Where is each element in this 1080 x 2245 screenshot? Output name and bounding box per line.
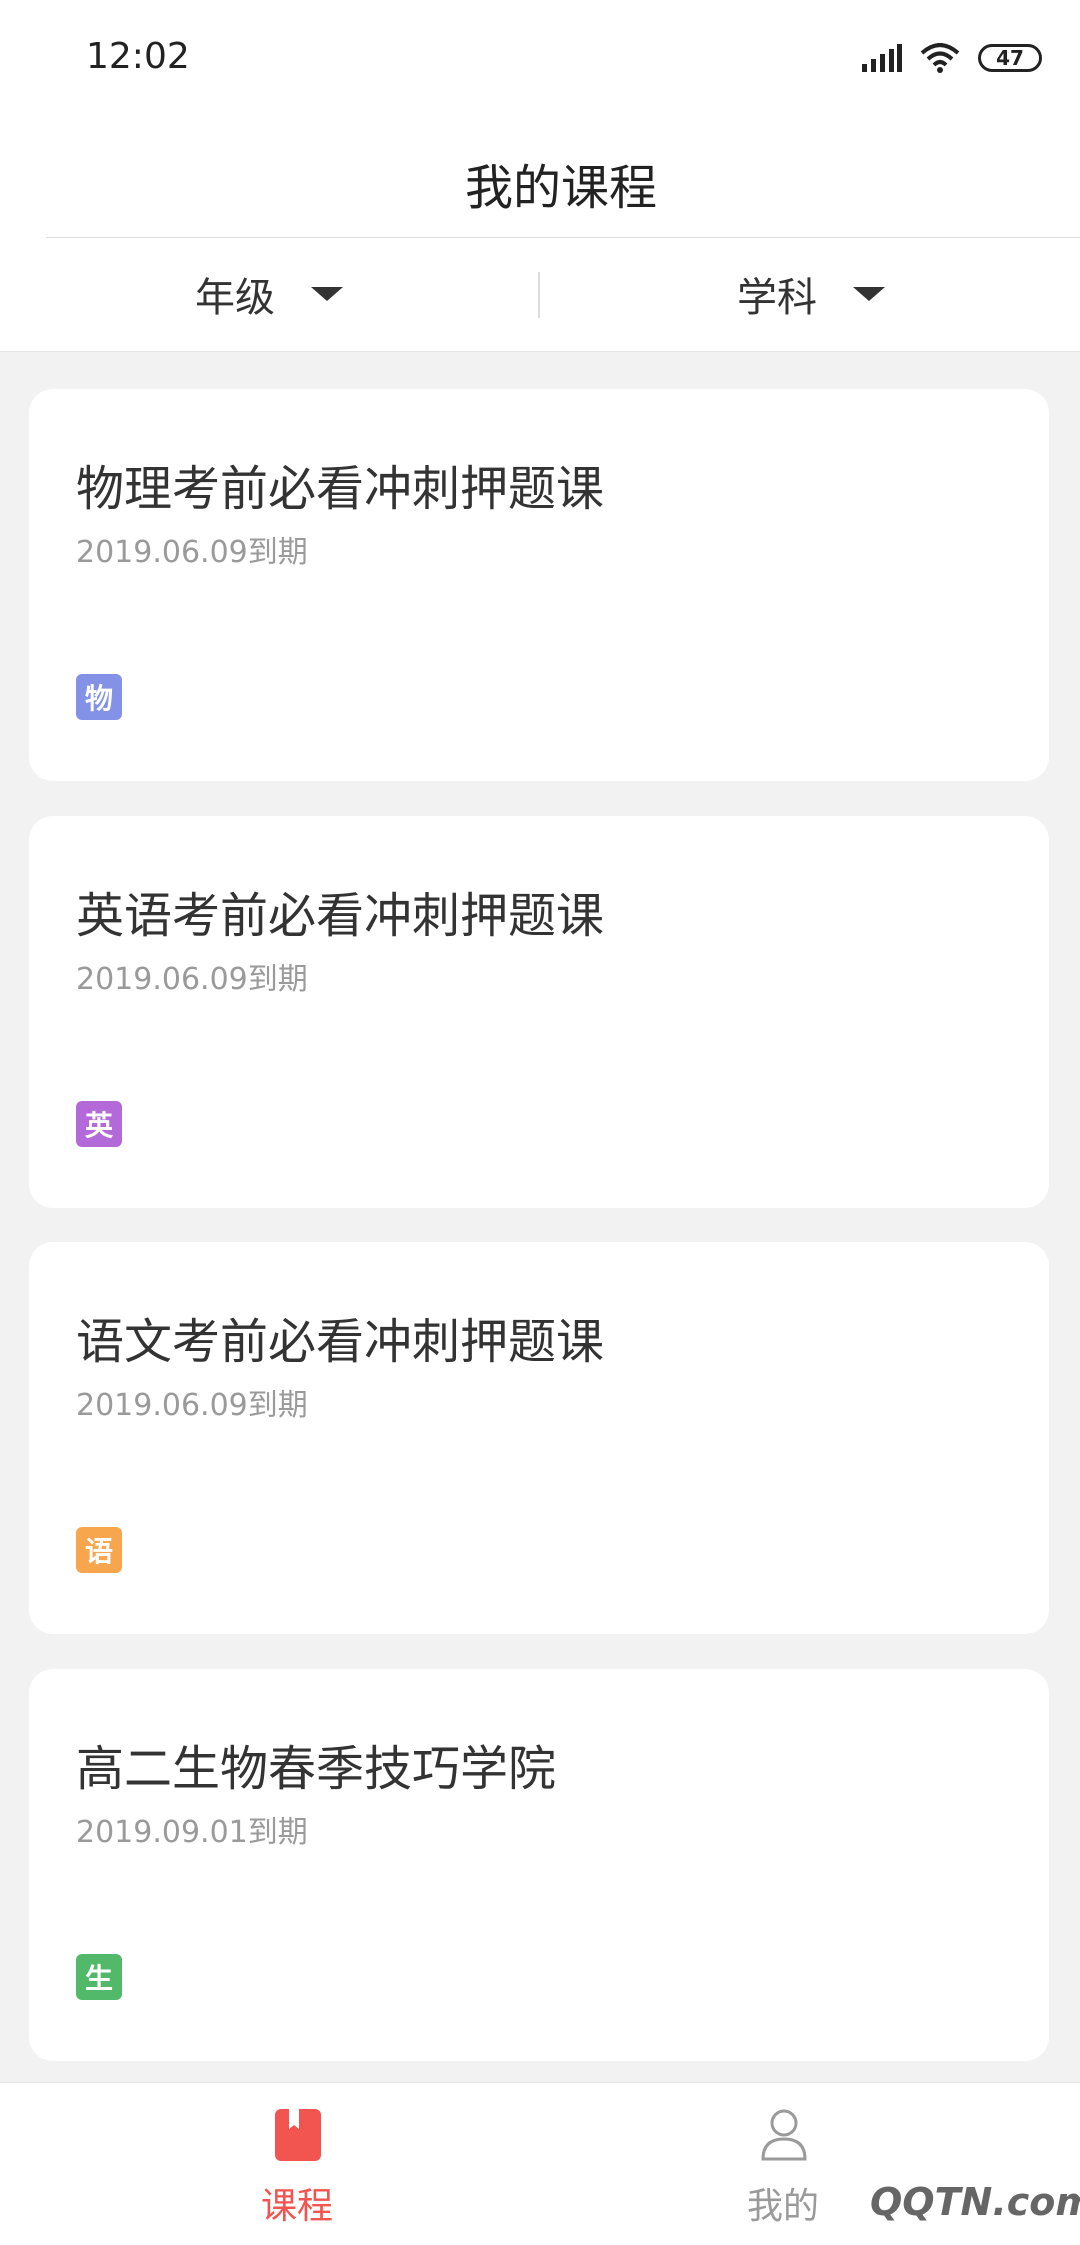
course-card[interactable]: 语文考前必看冲刺押题课 2019.06.09到期 语 <box>29 1242 1049 1634</box>
status-bar: 12:02 47 <box>0 0 1080 120</box>
filter-divider <box>538 272 540 318</box>
subject-tag: 语 <box>76 1527 122 1573</box>
status-time: 12:02 <box>86 36 190 77</box>
caret-down-icon <box>853 287 885 301</box>
battery-level: 47 <box>996 46 1024 70</box>
subject-filter-label: 学科 <box>737 275 817 321</box>
subject-tag: 生 <box>76 1954 122 2000</box>
grade-filter-label: 年级 <box>195 275 275 321</box>
book-icon <box>275 2109 321 2161</box>
course-expiry: 2019.09.01到期 <box>76 1815 308 1850</box>
tab-courses[interactable]: 课程 <box>27 2083 567 2245</box>
subject-tag: 物 <box>76 674 122 720</box>
course-title: 语文考前必看冲刺押题课 <box>76 1314 605 1370</box>
status-icons: 47 <box>862 40 1042 76</box>
battery-icon: 47 <box>978 44 1042 72</box>
signal-icon <box>862 44 902 72</box>
course-expiry: 2019.06.09到期 <box>76 962 308 997</box>
course-card[interactable]: 英语考前必看冲刺押题课 2019.06.09到期 英 <box>29 816 1049 1208</box>
course-card[interactable]: 物理考前必看冲刺押题课 2019.06.09到期 物 <box>29 389 1049 781</box>
course-title: 高二生物春季技巧学院 <box>76 1741 557 1797</box>
course-title: 英语考前必看冲刺押题课 <box>76 888 605 944</box>
top-app-bar: 12:02 47 我的课程 年级 学科 <box>0 0 1080 352</box>
course-card[interactable]: 高二生物春季技巧学院 2019.09.01到期 生 <box>29 1669 1049 2061</box>
user-icon <box>761 2109 807 2161</box>
course-expiry: 2019.06.09到期 <box>76 1388 308 1423</box>
page-title: 我的课程 <box>464 160 657 216</box>
grade-filter-dropdown[interactable]: 年级 <box>0 238 538 350</box>
wifi-icon <box>920 43 960 73</box>
caret-down-icon <box>311 287 343 301</box>
tab-courses-label: 课程 <box>260 2186 333 2227</box>
watermark-logo: QQTN.com <box>870 2180 1080 2224</box>
subject-filter-dropdown[interactable]: 学科 <box>541 238 1080 350</box>
course-expiry: 2019.06.09到期 <box>76 535 308 570</box>
course-title: 物理考前必看冲刺押题课 <box>76 461 605 517</box>
subject-tag: 英 <box>76 1101 122 1147</box>
